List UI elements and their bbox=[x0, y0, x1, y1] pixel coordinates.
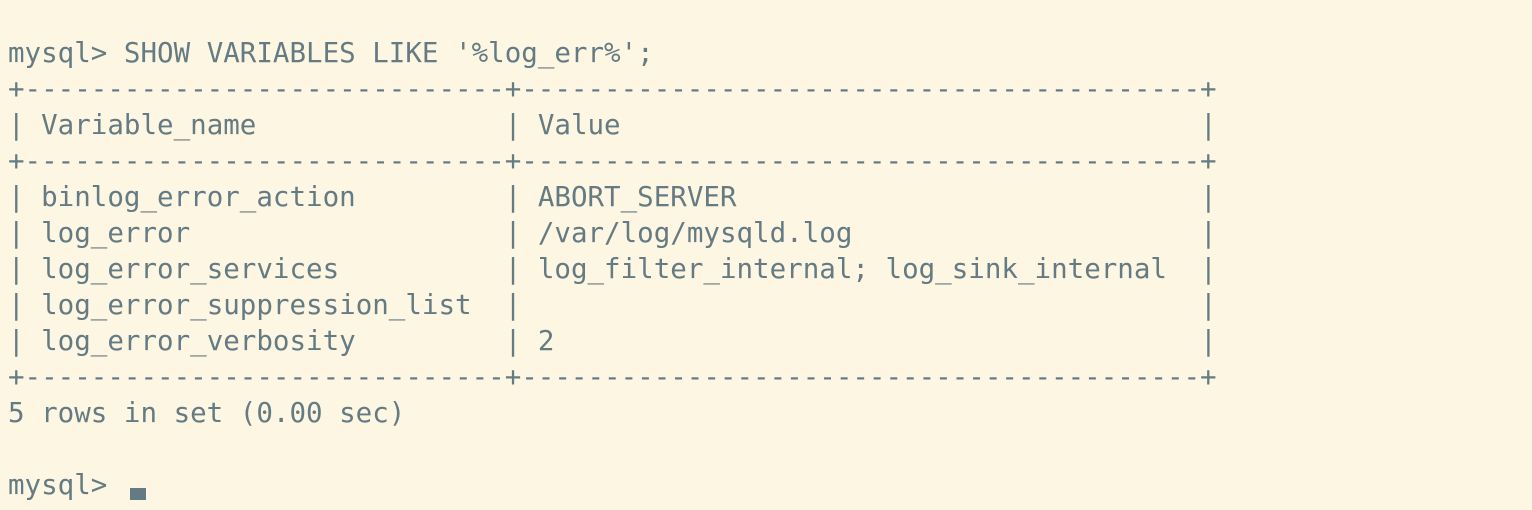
table-row: | binlog_error_action | ABORT_SERVER | bbox=[8, 181, 1217, 213]
row-value: /var/log/mysqld.log bbox=[537, 217, 1184, 249]
result-summary: 5 rows in set (0.00 sec) bbox=[8, 397, 406, 429]
row-value bbox=[538, 289, 1184, 321]
table-border-top: +-----------------------------+---------… bbox=[8, 73, 1217, 105]
table-border-bottom: +-----------------------------+---------… bbox=[8, 361, 1217, 393]
row-variable-name: log_error_verbosity bbox=[41, 325, 489, 357]
row-variable-name: log_error bbox=[41, 217, 489, 249]
row-variable-name: binlog_error_action bbox=[41, 181, 489, 213]
table-row: | log_error_verbosity | 2 | bbox=[8, 325, 1217, 357]
row-value: 2 bbox=[537, 325, 1184, 357]
command-line: mysql> SHOW VARIABLES LIKE '%log_err%'; bbox=[8, 35, 1532, 71]
terminal-window[interactable]: mysql> SHOW VARIABLES LIKE '%log_err%'; … bbox=[0, 0, 1532, 510]
row-variable-name: log_error_services bbox=[41, 253, 489, 285]
final-prompt: mysql> bbox=[8, 469, 108, 501]
prompt: mysql> bbox=[8, 37, 108, 69]
row-value: ABORT_SERVER bbox=[537, 181, 1184, 213]
table-border-header: +-----------------------------+---------… bbox=[8, 145, 1217, 177]
table-row: | log_error_services | log_filter_intern… bbox=[8, 253, 1217, 285]
header-variable-name: Variable_name bbox=[41, 109, 489, 141]
table-header-row: | Variable_name | Value | bbox=[8, 109, 1217, 141]
table-row: | log_error_suppression_list | | bbox=[8, 289, 1217, 321]
table-body: | binlog_error_action | ABORT_SERVER | |… bbox=[8, 179, 1532, 359]
row-value: log_filter_internal; log_sink_internal bbox=[537, 253, 1184, 285]
command-text: SHOW VARIABLES LIKE '%log_err%'; bbox=[123, 37, 654, 69]
input-line[interactable]: mysql> bbox=[8, 467, 1532, 503]
text-cursor[interactable] bbox=[129, 488, 146, 500]
row-variable-name: log_error_suppression_list bbox=[41, 289, 489, 321]
header-value: Value bbox=[537, 109, 1184, 141]
table-row: | log_error | /var/log/mysqld.log | bbox=[8, 217, 1217, 249]
